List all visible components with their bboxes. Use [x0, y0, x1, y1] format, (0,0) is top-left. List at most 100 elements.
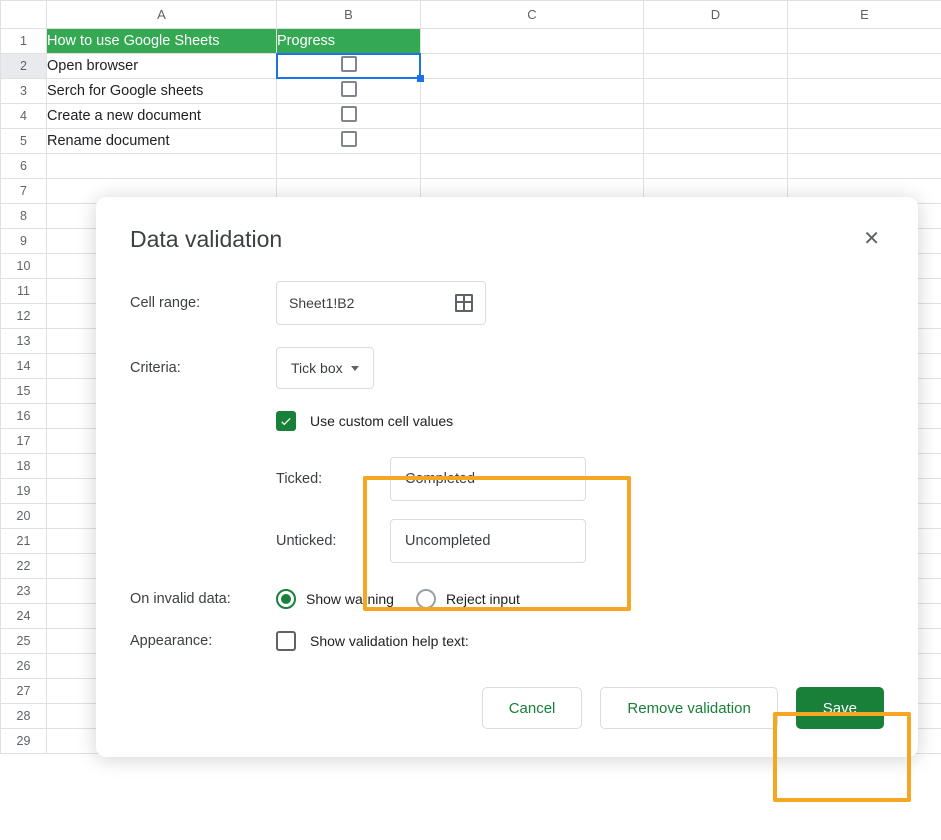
- show-warning-radio[interactable]: Show warning: [276, 589, 394, 609]
- reject-input-text: Reject input: [446, 591, 520, 607]
- col-header-e[interactable]: E: [788, 1, 941, 29]
- row-header[interactable]: 28: [1, 704, 47, 729]
- criteria-dropdown[interactable]: Tick box: [276, 347, 374, 389]
- col-header-c[interactable]: C: [421, 1, 644, 29]
- row-header[interactable]: 9: [1, 229, 47, 254]
- invalid-data-label: On invalid data:: [130, 591, 276, 607]
- help-text-checkbox[interactable]: [276, 631, 296, 651]
- cell-range-value: Sheet1!B2: [289, 295, 354, 311]
- row-header[interactable]: 4: [1, 104, 47, 129]
- row-header[interactable]: 19: [1, 479, 47, 504]
- cell[interactable]: [788, 29, 941, 54]
- row-header[interactable]: 14: [1, 354, 47, 379]
- cell[interactable]: [421, 154, 644, 179]
- row-header[interactable]: 26: [1, 654, 47, 679]
- row-header[interactable]: 5: [1, 129, 47, 154]
- row-header[interactable]: 13: [1, 329, 47, 354]
- cell[interactable]: [421, 79, 644, 104]
- cell[interactable]: [421, 29, 644, 54]
- cell-a3[interactable]: Serch for Google sheets: [47, 79, 277, 104]
- close-icon[interactable]: ✕: [859, 225, 884, 253]
- save-button[interactable]: Save: [796, 687, 884, 729]
- row-header[interactable]: 25: [1, 629, 47, 654]
- ticked-label: Ticked:: [276, 471, 390, 487]
- row-header[interactable]: 16: [1, 404, 47, 429]
- row-header[interactable]: 17: [1, 429, 47, 454]
- cell[interactable]: [644, 29, 788, 54]
- row-header[interactable]: 22: [1, 554, 47, 579]
- cell-a4[interactable]: Create a new document: [47, 104, 277, 129]
- row-header[interactable]: 15: [1, 379, 47, 404]
- unticked-label: Unticked:: [276, 533, 390, 549]
- row-header[interactable]: 23: [1, 579, 47, 604]
- fill-handle[interactable]: [417, 75, 424, 82]
- row-header[interactable]: 21: [1, 529, 47, 554]
- cell[interactable]: [788, 54, 941, 79]
- row-header[interactable]: 24: [1, 604, 47, 629]
- row-header[interactable]: 29: [1, 729, 47, 754]
- data-validation-dialog: Data validation ✕ Cell range: Sheet1!B2 …: [96, 197, 918, 757]
- checkbox-icon[interactable]: [341, 131, 357, 147]
- dialog-title: Data validation: [130, 226, 282, 253]
- select-all-corner[interactable]: [1, 1, 47, 29]
- row-header[interactable]: 27: [1, 679, 47, 704]
- cell-range-input[interactable]: Sheet1!B2: [276, 281, 486, 325]
- row-header[interactable]: 6: [1, 154, 47, 179]
- cell-range-label: Cell range:: [130, 295, 276, 311]
- row-header[interactable]: 20: [1, 504, 47, 529]
- cell-b2-selected[interactable]: [277, 54, 421, 79]
- use-custom-values-label: Use custom cell values: [310, 413, 453, 429]
- cell[interactable]: [421, 54, 644, 79]
- row-header[interactable]: 11: [1, 279, 47, 304]
- cell[interactable]: [644, 79, 788, 104]
- criteria-label: Criteria:: [130, 360, 276, 376]
- remove-validation-button[interactable]: Remove validation: [600, 687, 777, 729]
- row-header[interactable]: 10: [1, 254, 47, 279]
- cell[interactable]: [788, 79, 941, 104]
- show-warning-text: Show warning: [306, 591, 394, 607]
- cell-b3[interactable]: [277, 79, 421, 104]
- row-header[interactable]: 3: [1, 79, 47, 104]
- col-header-d[interactable]: D: [644, 1, 788, 29]
- appearance-label: Appearance:: [130, 633, 276, 649]
- grid-select-icon[interactable]: [455, 294, 473, 312]
- cell[interactable]: [788, 154, 941, 179]
- cell[interactable]: [277, 154, 421, 179]
- cell-a5[interactable]: Rename document: [47, 129, 277, 154]
- spreadsheet-area: A B C D E 1 How to use Google Sheets Pro…: [0, 0, 941, 840]
- cell[interactable]: [47, 154, 277, 179]
- checkbox-icon[interactable]: [341, 106, 357, 122]
- row-header[interactable]: 7: [1, 179, 47, 204]
- reject-input-radio[interactable]: Reject input: [416, 589, 520, 609]
- radio-unselected-icon: [416, 589, 436, 609]
- cell-b5[interactable]: [277, 129, 421, 154]
- cell[interactable]: [788, 129, 941, 154]
- col-header-b[interactable]: B: [277, 1, 421, 29]
- row-header[interactable]: 2: [1, 54, 47, 79]
- cell[interactable]: [421, 129, 644, 154]
- use-custom-values-checkbox[interactable]: [276, 411, 296, 431]
- cell-b4[interactable]: [277, 104, 421, 129]
- cell[interactable]: [644, 129, 788, 154]
- cell-b1[interactable]: Progress: [277, 29, 421, 54]
- cell-a2[interactable]: Open browser: [47, 54, 277, 79]
- cell-a1[interactable]: How to use Google Sheets: [47, 29, 277, 54]
- cell[interactable]: [644, 104, 788, 129]
- help-text-label: Show validation help text:: [310, 633, 469, 649]
- cell[interactable]: [644, 54, 788, 79]
- checkbox-icon[interactable]: [341, 56, 357, 72]
- chevron-down-icon: [351, 366, 359, 371]
- unticked-input[interactable]: [390, 519, 586, 563]
- cell[interactable]: [644, 154, 788, 179]
- row-header[interactable]: 8: [1, 204, 47, 229]
- row-header[interactable]: 1: [1, 29, 47, 54]
- col-header-a[interactable]: A: [47, 1, 277, 29]
- ticked-input[interactable]: [390, 457, 586, 501]
- cell[interactable]: [788, 104, 941, 129]
- cancel-button[interactable]: Cancel: [482, 687, 583, 729]
- checkbox-icon[interactable]: [341, 81, 357, 97]
- cell[interactable]: [421, 104, 644, 129]
- row-header[interactable]: 18: [1, 454, 47, 479]
- criteria-value: Tick box: [291, 360, 343, 376]
- row-header[interactable]: 12: [1, 304, 47, 329]
